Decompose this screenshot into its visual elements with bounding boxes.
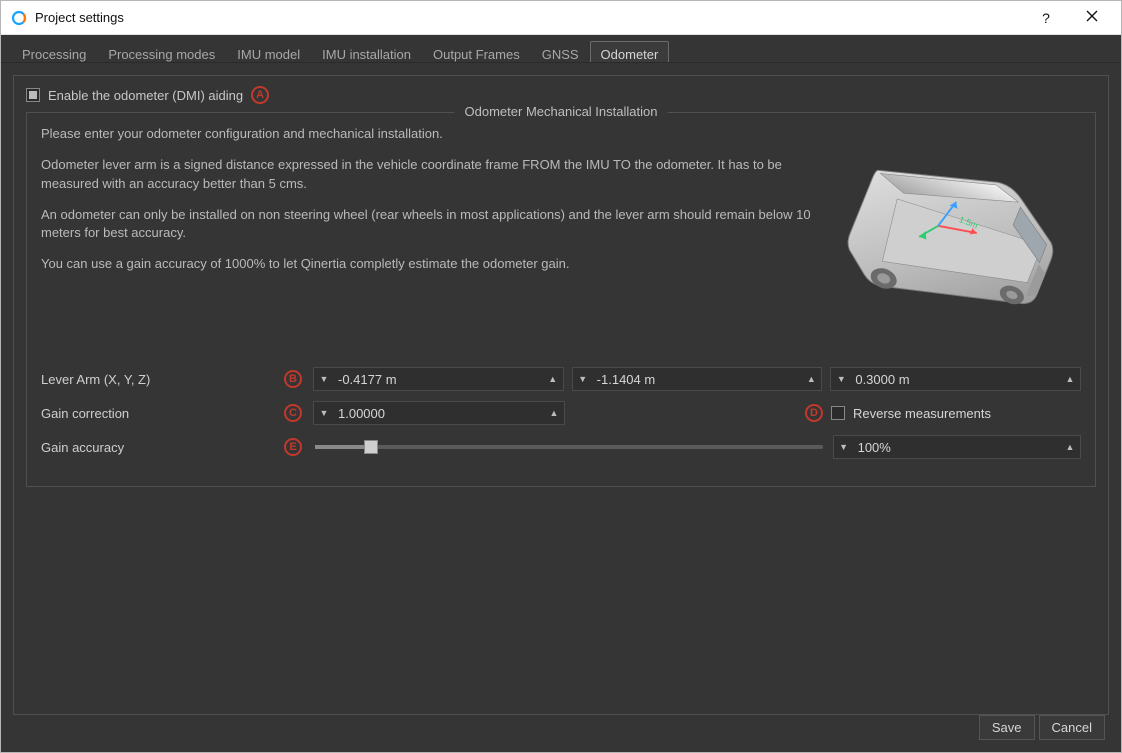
lever-arm-y-input[interactable]: ▼ -1.1404 m ▲	[572, 367, 823, 391]
tab-imu-model[interactable]: IMU model	[226, 41, 311, 62]
reverse-cell: D	[573, 404, 823, 422]
desc-p2: Odometer lever arm is a signed distance …	[41, 156, 821, 194]
fieldset-legend: Odometer Mechanical Installation	[455, 104, 668, 119]
lever-arm-x-input[interactable]: ▼ -0.4177 m ▲	[313, 367, 564, 391]
tab-content: Enable the odometer (DMI) aiding A Odome…	[1, 63, 1121, 752]
title-bar: Project settings ?	[1, 1, 1121, 35]
window-title: Project settings	[35, 10, 1023, 25]
close-button[interactable]	[1069, 2, 1115, 34]
help-button[interactable]: ?	[1023, 2, 1069, 34]
enable-odometer-label: Enable the odometer (DMI) aiding	[48, 88, 243, 103]
save-button[interactable]: Save	[979, 715, 1035, 740]
tabs-row: Processing Processing modes IMU model IM…	[1, 35, 1121, 63]
badge-a: A	[251, 86, 269, 104]
lever-arm-x-value: -0.4177 m	[334, 372, 543, 387]
badge-b: B	[284, 370, 302, 388]
chevron-down-icon[interactable]: ▼	[314, 402, 334, 424]
badge-c: C	[284, 404, 302, 422]
window-frame: Project settings ? Processing Processing…	[0, 0, 1122, 753]
tab-processing[interactable]: Processing	[11, 41, 97, 62]
gain-accuracy-value: 100%	[854, 440, 1060, 455]
footer-buttons: Save Cancel	[979, 715, 1105, 740]
reverse-measurements-checkbox[interactable]	[831, 406, 845, 420]
gain-accuracy-slider[interactable]	[313, 435, 825, 459]
chevron-up-icon[interactable]: ▲	[543, 368, 563, 390]
form-block: Lever Arm (X, Y, Z) B ▼ -0.4177 m ▲ ▼ -1…	[41, 364, 1081, 462]
row-gain-correction: Gain correction C ▼ 1.00000 ▲ D	[41, 398, 1081, 428]
client-area: Processing Processing modes IMU model IM…	[1, 35, 1121, 752]
cancel-button[interactable]: Cancel	[1039, 715, 1105, 740]
tab-odometer[interactable]: Odometer	[590, 41, 670, 62]
desc-p3: An odometer can only be installed on non…	[41, 206, 821, 244]
chevron-down-icon[interactable]: ▼	[831, 368, 851, 390]
enable-row: Enable the odometer (DMI) aiding A	[26, 84, 1096, 106]
lever-arm-z-input[interactable]: ▼ 0.3000 m ▲	[830, 367, 1081, 391]
enable-odometer-checkbox[interactable]	[26, 88, 40, 102]
tab-output-frames[interactable]: Output Frames	[422, 41, 531, 62]
slider-thumb[interactable]	[364, 440, 378, 454]
help-icon: ?	[1042, 10, 1050, 26]
lever-arm-label: Lever Arm (X, Y, Z)	[41, 372, 273, 387]
desc-p1: Please enter your odometer configuration…	[41, 125, 821, 144]
chevron-up-icon[interactable]: ▲	[1060, 436, 1080, 458]
vehicle-illustration: 1.5m	[831, 133, 1081, 333]
description-block: Please enter your odometer configuration…	[41, 125, 821, 274]
desc-p4: You can use a gain accuracy of 1000% to …	[41, 255, 821, 274]
chevron-down-icon[interactable]: ▼	[834, 436, 854, 458]
chevron-down-icon[interactable]: ▼	[573, 368, 593, 390]
mech-install-fieldset: Odometer Mechanical Installation Please …	[26, 112, 1096, 487]
row-lever-arm: Lever Arm (X, Y, Z) B ▼ -0.4177 m ▲ ▼ -1…	[41, 364, 1081, 394]
tab-processing-modes[interactable]: Processing modes	[97, 41, 226, 62]
badge-e: E	[284, 438, 302, 456]
gain-correction-input[interactable]: ▼ 1.00000 ▲	[313, 401, 565, 425]
close-icon	[1086, 10, 1098, 25]
lever-arm-z-value: 0.3000 m	[851, 372, 1060, 387]
tab-imu-installation[interactable]: IMU installation	[311, 41, 422, 62]
app-icon	[11, 10, 27, 26]
gain-correction-value: 1.00000	[334, 406, 544, 421]
tab-gnss[interactable]: GNSS	[531, 41, 590, 62]
gain-accuracy-input[interactable]: ▼ 100% ▲	[833, 435, 1081, 459]
gain-correction-label: Gain correction	[41, 406, 273, 421]
chevron-up-icon[interactable]: ▲	[801, 368, 821, 390]
reverse-wrap: Reverse measurements	[831, 401, 1081, 425]
chevron-up-icon[interactable]: ▲	[1060, 368, 1080, 390]
badge-d: D	[805, 404, 823, 422]
odometer-panel: Enable the odometer (DMI) aiding A Odome…	[13, 75, 1109, 715]
reverse-measurements-label: Reverse measurements	[853, 406, 991, 421]
row-gain-accuracy: Gain accuracy E ▼ 100%	[41, 432, 1081, 462]
gain-accuracy-label: Gain accuracy	[41, 440, 273, 455]
lever-arm-y-value: -1.1404 m	[593, 372, 802, 387]
chevron-up-icon[interactable]: ▲	[544, 402, 564, 424]
chevron-down-icon[interactable]: ▼	[314, 368, 334, 390]
